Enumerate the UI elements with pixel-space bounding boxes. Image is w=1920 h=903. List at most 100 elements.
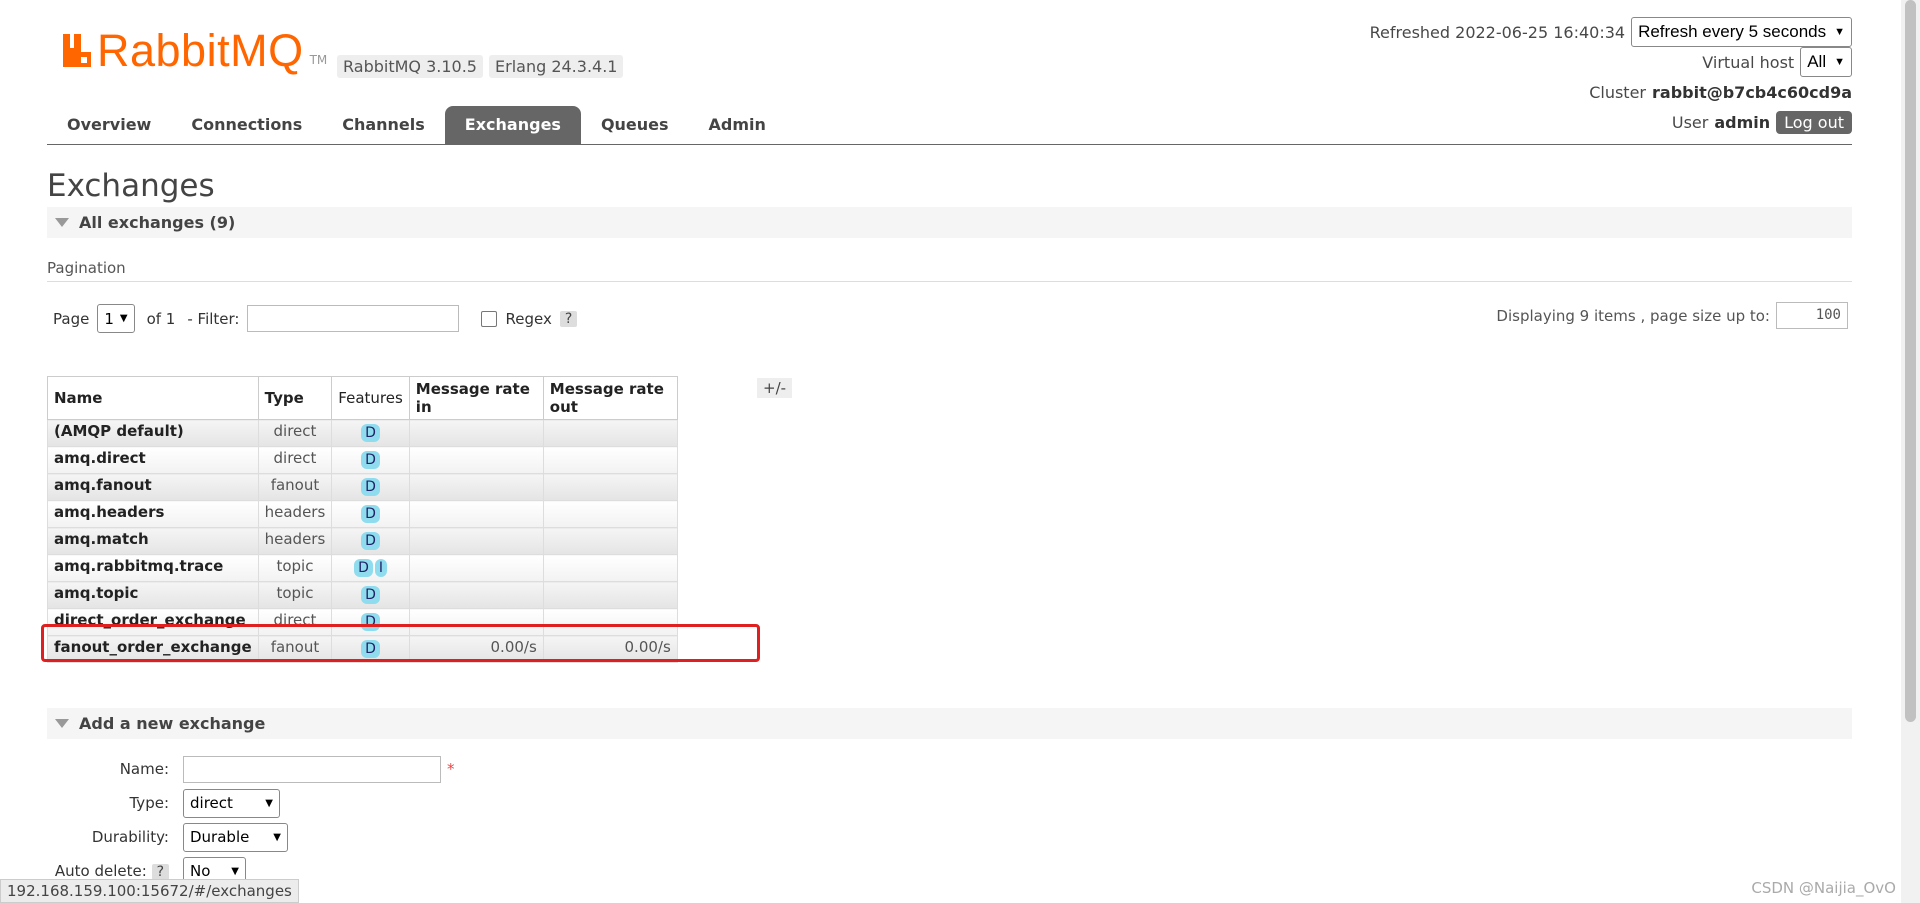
cluster-label: Cluster xyxy=(1589,82,1646,102)
tab-admin[interactable]: Admin xyxy=(689,106,786,144)
vhost-value: All xyxy=(1807,52,1827,71)
exchange-features: D xyxy=(331,527,410,555)
add-exchange-toggle[interactable]: Add a new exchange xyxy=(47,708,1852,739)
exchange-type-value: direct xyxy=(190,794,233,812)
tab-queues[interactable]: Queues xyxy=(581,106,689,144)
table-row[interactable]: amq.headers headers D xyxy=(47,500,678,528)
feature-badge: I xyxy=(374,559,387,577)
add-exchange-form: Name: * Type: direct ▼ Durability: Durab… xyxy=(47,752,455,888)
chevron-down-icon: ▼ xyxy=(265,797,273,809)
name-label: Name: xyxy=(119,760,169,778)
col-type[interactable]: Type xyxy=(257,376,333,420)
table-row[interactable]: amq.rabbitmq.trace topic D I xyxy=(47,554,678,582)
all-exchanges-toggle[interactable]: All exchanges (9) xyxy=(47,207,1852,238)
exchange-name[interactable]: amq.headers xyxy=(47,500,259,528)
rabbitmq-version: RabbitMQ 3.10.5 xyxy=(337,55,483,78)
vhost-select[interactable]: All ▼ xyxy=(1800,47,1852,77)
column-toggle-button[interactable]: +/- xyxy=(757,378,793,398)
highlight-box xyxy=(41,624,760,662)
rate-in xyxy=(408,554,544,582)
page-label: Page xyxy=(53,309,90,328)
durability-label: Durability: xyxy=(91,828,169,846)
form-row-durability: Durability: Durable ▼ xyxy=(47,820,455,854)
watermark: CSDN @Naijia_OvO xyxy=(1751,879,1896,897)
refreshed-text: Refreshed 2022-06-25 16:40:34 xyxy=(1369,22,1626,42)
rabbitmq-logo[interactable]: RabbitMQ TM xyxy=(61,25,327,76)
tab-channels[interactable]: Channels xyxy=(322,106,445,144)
exchange-features: D xyxy=(331,446,410,474)
display-text: Displaying 9 items , page size up to: xyxy=(1496,306,1770,325)
refresh-interval-value: Refresh every 5 seconds xyxy=(1638,22,1827,41)
rate-out xyxy=(542,527,678,555)
table-row[interactable]: amq.match headers D xyxy=(47,527,678,555)
exchange-type: headers xyxy=(257,500,333,528)
pagination-title: Pagination xyxy=(47,259,1852,282)
table-row[interactable]: (AMQP default) direct D xyxy=(47,419,678,447)
main-nav: Overview Connections Channels Exchanges … xyxy=(47,106,1852,145)
rate-out xyxy=(542,581,678,609)
erlang-version: Erlang 24.3.4.1 xyxy=(489,55,624,78)
exchanges-table: Name Type Features Message rate in Messa… xyxy=(47,376,678,663)
exchange-name[interactable]: amq.topic xyxy=(47,581,259,609)
pagination-controls: Page 1 ▼ of 1 - Filter: Regex ? xyxy=(53,304,578,333)
exchange-features: DI xyxy=(331,554,410,582)
feature-badge: D xyxy=(361,532,380,550)
page-select[interactable]: 1 ▼ xyxy=(97,304,135,333)
table-row[interactable]: amq.direct direct D xyxy=(47,446,678,474)
autodelete-help-button[interactable]: ? xyxy=(151,864,169,880)
rate-out xyxy=(542,500,678,528)
pagination-display: Displaying 9 items , page size up to: 10… xyxy=(1496,302,1848,329)
type-label: Type: xyxy=(129,794,169,812)
exchange-name[interactable]: amq.fanout xyxy=(47,473,259,501)
chevron-down-icon: ▼ xyxy=(273,831,281,843)
exchange-features: D xyxy=(331,473,410,501)
feature-badge: D xyxy=(361,451,380,469)
refresh-interval-select[interactable]: Refresh every 5 seconds ▼ xyxy=(1631,17,1852,47)
exchange-name[interactable]: amq.rabbitmq.trace xyxy=(47,554,259,582)
feature-badge: D xyxy=(354,559,373,577)
vhost-label: Virtual host xyxy=(1702,52,1795,72)
tab-connections[interactable]: Connections xyxy=(171,106,322,144)
table-row[interactable]: amq.fanout fanout D xyxy=(47,473,678,501)
durability-value: Durable xyxy=(190,828,250,846)
feature-badge: D xyxy=(361,424,380,442)
feature-badge: D xyxy=(361,505,380,523)
exchange-features: D xyxy=(331,581,410,609)
exchange-type: direct xyxy=(257,419,333,447)
logo-text: RabbitMQ xyxy=(97,25,304,76)
exchange-name[interactable]: amq.match xyxy=(47,527,259,555)
scrollbar-thumb[interactable] xyxy=(1905,0,1916,722)
col-rate-out[interactable]: Message rate out xyxy=(542,376,678,420)
rate-in xyxy=(408,473,544,501)
page-size-input[interactable]: 100 xyxy=(1776,302,1848,329)
filter-label: - Filter: xyxy=(187,309,240,328)
exchange-type-select[interactable]: direct ▼ xyxy=(183,788,280,818)
exchange-name[interactable]: amq.direct xyxy=(47,446,259,474)
exchange-name-input[interactable] xyxy=(183,755,441,783)
col-features: Features xyxy=(331,376,410,420)
durability-select[interactable]: Durable ▼ xyxy=(183,822,288,852)
table-row[interactable]: amq.topic topic D xyxy=(47,581,678,609)
col-rate-in[interactable]: Message rate in xyxy=(408,376,544,420)
exchange-type: topic xyxy=(257,554,333,582)
col-name[interactable]: Name xyxy=(47,376,259,420)
rate-out xyxy=(542,473,678,501)
exchange-type: topic xyxy=(257,581,333,609)
form-row-name: Name: * xyxy=(47,752,455,786)
regex-help-button[interactable]: ? xyxy=(559,310,578,327)
page-count: of 1 xyxy=(146,309,176,328)
add-exchange-title: Add a new exchange xyxy=(79,714,266,733)
exchange-type: headers xyxy=(257,527,333,555)
chevron-down-icon: ▼ xyxy=(231,865,239,877)
vertical-scrollbar[interactable] xyxy=(1901,0,1920,903)
regex-checkbox[interactable] xyxy=(481,310,498,327)
exchange-name[interactable]: (AMQP default) xyxy=(47,419,259,447)
form-row-type: Type: direct ▼ xyxy=(47,786,455,820)
feature-badge: D xyxy=(361,586,380,604)
autodelete-label-wrap: Auto delete: ? xyxy=(47,862,183,880)
tab-overview[interactable]: Overview xyxy=(47,106,171,144)
page-title: Exchanges xyxy=(47,168,215,204)
autodelete-value: No xyxy=(190,862,211,880)
filter-input[interactable] xyxy=(247,305,460,332)
tab-exchanges[interactable]: Exchanges xyxy=(444,106,581,144)
